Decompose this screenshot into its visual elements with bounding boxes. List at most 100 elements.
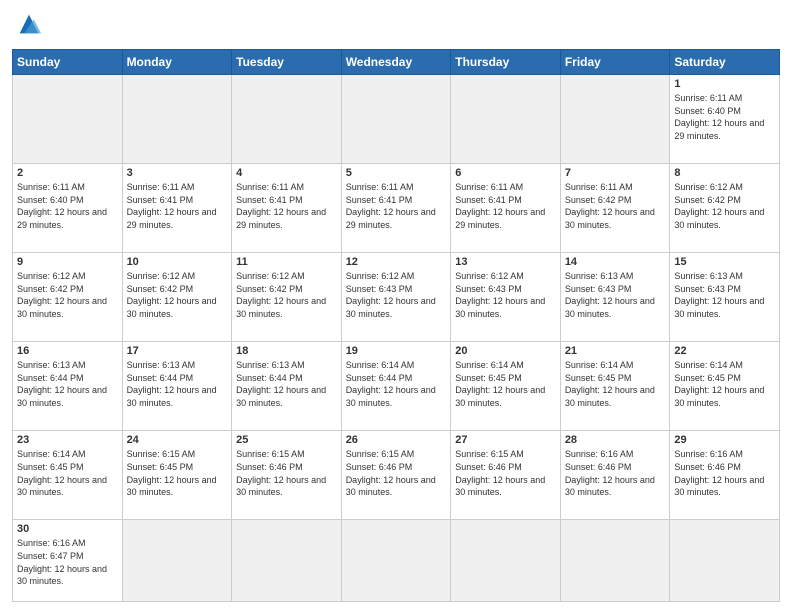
day-number: 30 bbox=[17, 523, 118, 535]
day-number: 29 bbox=[674, 434, 775, 446]
day-number: 2 bbox=[17, 167, 118, 179]
calendar-cell: 4 Sunrise: 6:11 AMSunset: 6:41 PMDaylight… bbox=[232, 164, 342, 253]
day-number: 23 bbox=[17, 434, 118, 446]
logo-text bbox=[12, 10, 43, 43]
day-info: Sunrise: 6:12 AMSunset: 6:43 PMDaylight:… bbox=[455, 270, 556, 320]
day-number: 7 bbox=[565, 167, 666, 179]
day-number: 11 bbox=[236, 256, 337, 268]
calendar-cell: 22Sunrise: 6:14 AMSunset: 6:45 PMDayligh… bbox=[670, 342, 780, 431]
calendar-cell: 26Sunrise: 6:15 AMSunset: 6:46 PMDayligh… bbox=[341, 431, 451, 520]
weekday-saturday: Saturday bbox=[670, 50, 780, 75]
calendar-week-3: 9 Sunrise: 6:12 AMSunset: 6:42 PMDaylight… bbox=[13, 253, 780, 342]
day-number: 6 bbox=[455, 167, 556, 179]
calendar-cell: 3 Sunrise: 6:11 AMSunset: 6:41 PMDaylight… bbox=[122, 164, 232, 253]
weekday-tuesday: Tuesday bbox=[232, 50, 342, 75]
calendar-cell: 17 Sunrise: 6:13 AMSunset: 6:44 PMDayligh… bbox=[122, 342, 232, 431]
day-number: 4 bbox=[236, 167, 337, 179]
calendar-cell: 8 Sunrise: 6:12 AMSunset: 6:42 PMDaylight… bbox=[670, 164, 780, 253]
day-number: 27 bbox=[455, 434, 556, 446]
calendar-cell: 12Sunrise: 6:12 AMSunset: 6:43 PMDayligh… bbox=[341, 253, 451, 342]
calendar-week-2: 2 Sunrise: 6:11 AMSunset: 6:40 PMDaylight… bbox=[13, 164, 780, 253]
day-info: Sunrise: 6:13 AMSunset: 6:43 PMDaylight:… bbox=[565, 270, 666, 320]
day-info: Sunrise: 6:13 AMSunset: 6:44 PMDaylight:… bbox=[17, 359, 118, 409]
day-number: 17 bbox=[127, 345, 228, 357]
day-number: 14 bbox=[565, 256, 666, 268]
day-info: Sunrise: 6:13 AMSunset: 6:44 PMDaylight:… bbox=[236, 359, 337, 409]
day-info: Sunrise: 6:14 AMSunset: 6:45 PMDaylight:… bbox=[455, 359, 556, 409]
day-number: 8 bbox=[674, 167, 775, 179]
calendar-cell: 15 Sunrise: 6:13 AMSunset: 6:43 PMDayligh… bbox=[670, 253, 780, 342]
weekday-sunday: Sunday bbox=[13, 50, 123, 75]
day-info: Sunrise: 6:11 AMSunset: 6:42 PMDaylight:… bbox=[565, 181, 666, 231]
logo bbox=[12, 10, 43, 43]
day-number: 9 bbox=[17, 256, 118, 268]
header bbox=[12, 10, 780, 43]
day-number: 20 bbox=[455, 345, 556, 357]
day-info: Sunrise: 6:11 AMSunset: 6:41 PMDaylight:… bbox=[127, 181, 228, 231]
calendar-cell bbox=[232, 520, 342, 602]
day-info: Sunrise: 6:14 AMSunset: 6:45 PMDaylight:… bbox=[17, 448, 118, 498]
calendar-cell bbox=[670, 520, 780, 602]
day-number: 25 bbox=[236, 434, 337, 446]
day-number: 1 bbox=[674, 78, 775, 90]
day-number: 21 bbox=[565, 345, 666, 357]
day-number: 19 bbox=[346, 345, 447, 357]
day-number: 18 bbox=[236, 345, 337, 357]
day-number: 24 bbox=[127, 434, 228, 446]
calendar-cell bbox=[451, 75, 561, 164]
calendar-cell: 16 Sunrise: 6:13 AMSunset: 6:44 PMDayligh… bbox=[13, 342, 123, 431]
calendar-cell: 2 Sunrise: 6:11 AMSunset: 6:40 PMDaylight… bbox=[13, 164, 123, 253]
day-info: Sunrise: 6:14 AMSunset: 6:45 PMDaylight:… bbox=[674, 359, 775, 409]
day-info: Sunrise: 6:11 AMSunset: 6:41 PMDaylight:… bbox=[455, 181, 556, 231]
calendar-week-1: 1Sunrise: 6:11 AMSunset: 6:40 PMDaylight… bbox=[13, 75, 780, 164]
page: SundayMondayTuesdayWednesdayThursdayFrid… bbox=[0, 0, 792, 612]
calendar-cell bbox=[122, 520, 232, 602]
weekday-thursday: Thursday bbox=[451, 50, 561, 75]
calendar-cell bbox=[122, 75, 232, 164]
calendar-cell: 28 Sunrise: 6:16 AMSunset: 6:46 PMDayligh… bbox=[560, 431, 670, 520]
day-number: 15 bbox=[674, 256, 775, 268]
calendar-table: SundayMondayTuesdayWednesdayThursdayFrid… bbox=[12, 49, 780, 602]
weekday-friday: Friday bbox=[560, 50, 670, 75]
weekday-wednesday: Wednesday bbox=[341, 50, 451, 75]
day-info: Sunrise: 6:11 AMSunset: 6:40 PMDaylight:… bbox=[17, 181, 118, 231]
calendar-cell: 24 Sunrise: 6:15 AMSunset: 6:45 PMDayligh… bbox=[122, 431, 232, 520]
calendar-cell: 27 Sunrise: 6:15 AMSunset: 6:46 PMDayligh… bbox=[451, 431, 561, 520]
calendar-cell bbox=[341, 75, 451, 164]
day-info: Sunrise: 6:15 AMSunset: 6:45 PMDaylight:… bbox=[127, 448, 228, 498]
day-info: Sunrise: 6:14 AMSunset: 6:45 PMDaylight:… bbox=[565, 359, 666, 409]
calendar-cell: 6 Sunrise: 6:11 AMSunset: 6:41 PMDaylight… bbox=[451, 164, 561, 253]
calendar-cell: 13Sunrise: 6:12 AMSunset: 6:43 PMDayligh… bbox=[451, 253, 561, 342]
calendar-cell bbox=[232, 75, 342, 164]
day-number: 3 bbox=[127, 167, 228, 179]
calendar-cell bbox=[560, 75, 670, 164]
calendar-cell: 18 Sunrise: 6:13 AMSunset: 6:44 PMDayligh… bbox=[232, 342, 342, 431]
day-info: Sunrise: 6:16 AMSunset: 6:46 PMDaylight:… bbox=[674, 448, 775, 498]
calendar-week-6: 30 Sunrise: 6:16 AMSunset: 6:47 PMDayligh… bbox=[13, 520, 780, 602]
day-info: Sunrise: 6:12 AMSunset: 6:42 PMDaylight:… bbox=[674, 181, 775, 231]
calendar-cell bbox=[560, 520, 670, 602]
day-info: Sunrise: 6:15 AMSunset: 6:46 PMDaylight:… bbox=[236, 448, 337, 498]
calendar-cell: 9Sunrise: 6:12 AMSunset: 6:42 PMDaylight… bbox=[13, 253, 123, 342]
calendar-cell: 20 Sunrise: 6:14 AMSunset: 6:45 PMDayligh… bbox=[451, 342, 561, 431]
calendar-cell bbox=[13, 75, 123, 164]
day-number: 28 bbox=[565, 434, 666, 446]
calendar-cell bbox=[341, 520, 451, 602]
day-number: 26 bbox=[346, 434, 447, 446]
day-info: Sunrise: 6:12 AMSunset: 6:42 PMDaylight:… bbox=[127, 270, 228, 320]
day-info: Sunrise: 6:11 AMSunset: 6:41 PMDaylight:… bbox=[236, 181, 337, 231]
calendar-cell: 11Sunrise: 6:12 AMSunset: 6:42 PMDayligh… bbox=[232, 253, 342, 342]
calendar-cell: 10 Sunrise: 6:12 AMSunset: 6:42 PMDayligh… bbox=[122, 253, 232, 342]
day-number: 10 bbox=[127, 256, 228, 268]
day-info: Sunrise: 6:13 AMSunset: 6:43 PMDaylight:… bbox=[674, 270, 775, 320]
calendar-cell: 30 Sunrise: 6:16 AMSunset: 6:47 PMDayligh… bbox=[13, 520, 123, 602]
day-info: Sunrise: 6:13 AMSunset: 6:44 PMDaylight:… bbox=[127, 359, 228, 409]
calendar-cell bbox=[451, 520, 561, 602]
day-info: Sunrise: 6:15 AMSunset: 6:46 PMDaylight:… bbox=[455, 448, 556, 498]
day-info: Sunrise: 6:16 AMSunset: 6:46 PMDaylight:… bbox=[565, 448, 666, 498]
day-info: Sunrise: 6:16 AMSunset: 6:47 PMDaylight:… bbox=[17, 537, 118, 587]
day-number: 16 bbox=[17, 345, 118, 357]
weekday-monday: Monday bbox=[122, 50, 232, 75]
logo-icon bbox=[15, 10, 43, 38]
weekday-header-row: SundayMondayTuesdayWednesdayThursdayFrid… bbox=[13, 50, 780, 75]
